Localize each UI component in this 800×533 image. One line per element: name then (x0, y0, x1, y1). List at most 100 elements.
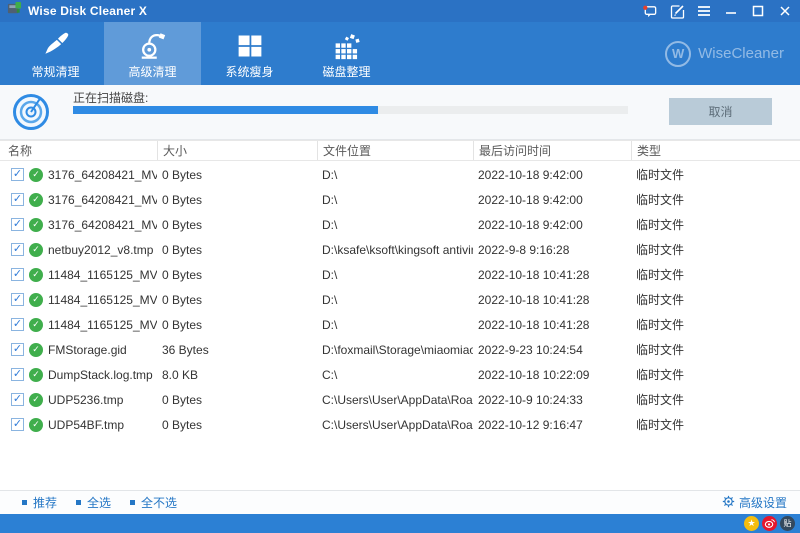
file-name: UDP5236.tmp (48, 393, 123, 407)
scan-status-text: 正在扫描磁盘: (73, 89, 148, 106)
row-checkbox[interactable]: ✓ (11, 218, 24, 231)
qzone-share-icon[interactable]: ★ (744, 516, 759, 531)
column-header-name[interactable]: 名称 (0, 141, 157, 160)
file-last-access: 2022-10-18 9:42:00 (473, 168, 631, 182)
footer-link-select-all[interactable]: 全选 (76, 494, 111, 511)
file-size: 0 Bytes (157, 243, 317, 257)
file-name-cell: ✓✓11484_1165125_MVM_4.t... (0, 293, 157, 307)
tab-system-slim[interactable]: 系统瘦身 (201, 22, 298, 85)
maximize-button[interactable] (750, 3, 766, 19)
file-type: 临时文件 (631, 341, 800, 358)
column-header-last-access[interactable]: 最后访问时间 (473, 141, 631, 160)
advanced-settings-button[interactable]: 高级设置 (722, 494, 787, 511)
table-row[interactable]: ✓ ✓ 3176_64208421_MVM_3.t...0 BytesD:\2022… (0, 162, 800, 187)
advanced-settings-label: 高级设置 (739, 494, 787, 511)
file-type: 临时文件 (631, 291, 800, 308)
defrag-icon (333, 28, 361, 60)
scan-progress-bar (73, 106, 628, 114)
bottom-status-strip: ★ 贴 (0, 514, 800, 533)
table-row[interactable]: ✓✓3176_64208421_MVM_4.t...0 BytesD:\2022… (0, 187, 800, 212)
tab-common-clean[interactable]: 常规清理 (7, 22, 104, 85)
cancel-button[interactable]: 取消 (669, 98, 772, 125)
menu-icon[interactable] (696, 3, 712, 19)
file-type: 临时文件 (631, 416, 800, 433)
file-name: 3176_64208421_MVM_4.t... (48, 193, 157, 207)
app-icon (7, 1, 22, 21)
table-row[interactable]: ✓✓netbuy2012_v8.tmp0 BytesD:\ksafe\ksoft… (0, 237, 800, 262)
row-checkbox[interactable]: ✓ (11, 168, 24, 181)
notifications-icon[interactable] (642, 3, 658, 19)
table-row[interactable]: ✓✓DumpStack.log.tmp8.0 KBC:\2022-10-18 1… (0, 362, 800, 387)
close-button[interactable] (777, 3, 793, 19)
table-row[interactable]: ✓✓11484_1165125_MVM_3.t...0 BytesD:\2022… (0, 262, 800, 287)
status-ok-icon: ✓ (29, 343, 43, 357)
table-row[interactable]: ✓✓UDP5236.tmp0 BytesC:\Users\User\AppDat… (0, 387, 800, 412)
file-size: 0 Bytes (157, 393, 317, 407)
file-size: 0 Bytes (157, 193, 317, 207)
tab-disk-defrag[interactable]: 磁盘整理 (298, 22, 395, 85)
file-name-cell: ✓✓11484_1165125_MVM_6.t... (0, 318, 157, 332)
file-location: D:\ (317, 293, 473, 307)
tab-advanced-clean[interactable]: 高级清理 (104, 22, 201, 85)
weibo-share-icon[interactable] (762, 516, 777, 531)
file-name: 11484_1165125_MVM_3.t... (48, 268, 157, 282)
row-checkbox[interactable]: ✓ (11, 243, 24, 256)
row-checkbox[interactable]: ✓ (11, 293, 24, 306)
table-row[interactable]: ✓✓UDP54BF.tmp0 BytesC:\Users\User\AppDat… (0, 412, 800, 437)
table-row[interactable]: ✓✓11484_1165125_MVM_6.t...0 BytesD:\2022… (0, 312, 800, 337)
status-ok-icon: ✓ (29, 168, 43, 182)
file-last-access: 2022-10-18 10:22:09 (473, 368, 631, 382)
footer-link-select-none[interactable]: 全不选 (130, 494, 177, 511)
file-last-access: 2022-10-18 9:42:00 (473, 193, 631, 207)
window-title: Wise Disk Cleaner X (28, 4, 147, 18)
feedback-icon[interactable] (669, 3, 685, 19)
windows-icon (236, 28, 264, 60)
file-name-cell: ✓ ✓ 3176_64208421_MVM_3.t... (0, 168, 157, 182)
row-checkbox[interactable]: ✓ (11, 318, 24, 331)
footer-link-label: 全不选 (141, 494, 177, 511)
file-location: D:\ (317, 193, 473, 207)
row-checkbox[interactable]: ✓ (11, 393, 24, 406)
row-checkbox[interactable]: ✓ (11, 343, 24, 356)
file-last-access: 2022-10-18 10:41:28 (473, 268, 631, 282)
scan-progress-fill (73, 106, 378, 114)
file-name: FMStorage.gid (48, 343, 127, 357)
file-name: DumpStack.log.tmp (48, 368, 153, 382)
gear-icon (722, 495, 735, 511)
vacuum-icon (138, 28, 168, 60)
column-header-size[interactable]: 大小 (157, 141, 317, 160)
minimize-button[interactable] (723, 3, 739, 19)
column-header-location[interactable]: 文件位置 (317, 141, 473, 160)
tieba-share-icon[interactable]: 贴 (780, 516, 795, 531)
file-size: 0 Bytes (157, 168, 317, 182)
row-checkbox[interactable]: ✓ (11, 418, 24, 431)
tab-label: 高级清理 (128, 63, 176, 80)
file-location: D:\ (317, 168, 473, 182)
file-size: 0 Bytes (157, 268, 317, 282)
file-last-access: 2022-10-9 10:24:33 (473, 393, 631, 407)
scan-section: 正在扫描磁盘: 取消 (0, 85, 800, 140)
file-type: 临时文件 (631, 241, 800, 258)
file-type: 临时文件 (631, 391, 800, 408)
file-last-access: 2022-9-23 10:24:54 (473, 343, 631, 357)
table-row[interactable]: ✓✓FMStorage.gid36 BytesD:\foxmail\Storag… (0, 337, 800, 362)
file-last-access: 2022-10-18 10:41:28 (473, 293, 631, 307)
table-row[interactable]: ✓✓11484_1165125_MVM_4.t...0 BytesD:\2022… (0, 287, 800, 312)
app-window: Wise Disk Cleaner X 常规清理高级清理系统瘦身磁盘整理 W W… (0, 0, 800, 533)
table-row[interactable]: ✓✓3176_64208421_MVM_6.t...0 BytesD:\2022… (0, 212, 800, 237)
file-location: D:\foxmail\Storage\miaomiao@... (317, 343, 473, 357)
tab-label: 磁盘整理 (322, 63, 370, 80)
file-name-cell: ✓ ✓ FMStorage.gid (0, 343, 157, 357)
file-name: 3176_64208421_MVM_3.t... (48, 168, 157, 182)
file-name: netbuy2012_v8.tmp (48, 243, 153, 257)
file-location: C:\Users\User\AppData\Roamin... (317, 418, 473, 432)
column-header-type[interactable]: 类型 (631, 141, 800, 160)
footer-link-recommended[interactable]: 推荐 (22, 494, 57, 511)
file-last-access: 2022-9-8 9:16:28 (473, 243, 631, 257)
file-table-body: ✓✓3176_64208421_MVM_3.t...0 BytesD:\2022… (0, 162, 800, 440)
file-name-cell: ✓✓3176_64208421_MVM_6.t... (0, 218, 157, 232)
file-type: 临时文件 (631, 191, 800, 208)
row-checkbox[interactable]: ✓ (11, 193, 24, 206)
row-checkbox[interactable]: ✓ (11, 268, 24, 281)
row-checkbox[interactable]: ✓ (11, 368, 24, 381)
